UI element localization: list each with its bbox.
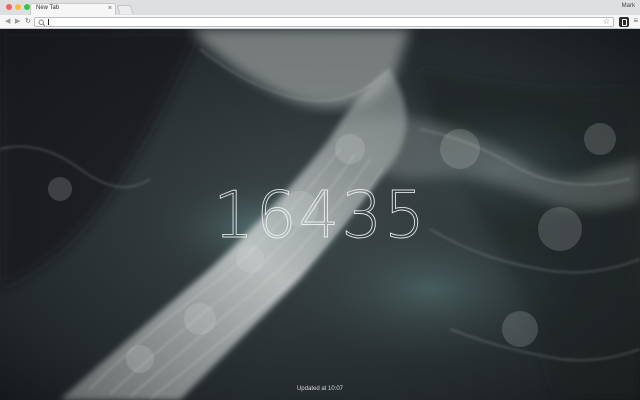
arrow-right-icon[interactable]: ▶ bbox=[15, 17, 20, 26]
address-bar[interactable]: ☆ bbox=[34, 17, 614, 27]
text-caret bbox=[48, 19, 49, 25]
new-tab-page: 16435 Updated at 10:07 bbox=[0, 29, 640, 400]
reload-icon[interactable]: ↻ bbox=[25, 17, 31, 26]
search-icon bbox=[38, 19, 46, 27]
tab-new-tab[interactable]: New Tab × bbox=[30, 3, 116, 15]
browser-toolbar: ◀ ▶ ↻ ☆ ≡ bbox=[0, 15, 640, 29]
arrow-left-icon[interactable]: ◀ bbox=[5, 17, 10, 26]
address-input[interactable] bbox=[47, 18, 587, 26]
menu-icon[interactable]: ≡ bbox=[633, 16, 638, 26]
close-window-button[interactable] bbox=[6, 4, 12, 10]
updated-timestamp: Updated at 10:07 bbox=[296, 386, 344, 392]
profile-name[interactable]: Mark bbox=[622, 3, 635, 9]
counter-display: 16435 bbox=[213, 179, 427, 254]
star-icon[interactable]: ☆ bbox=[603, 17, 610, 27]
tab-title: New Tab bbox=[36, 5, 60, 11]
extension-icon[interactable] bbox=[619, 17, 629, 27]
close-icon[interactable]: × bbox=[108, 4, 112, 14]
new-tab-button[interactable] bbox=[116, 5, 134, 14]
tab-strip: New Tab × Mark bbox=[0, 0, 640, 15]
minimize-window-button[interactable] bbox=[15, 4, 21, 10]
